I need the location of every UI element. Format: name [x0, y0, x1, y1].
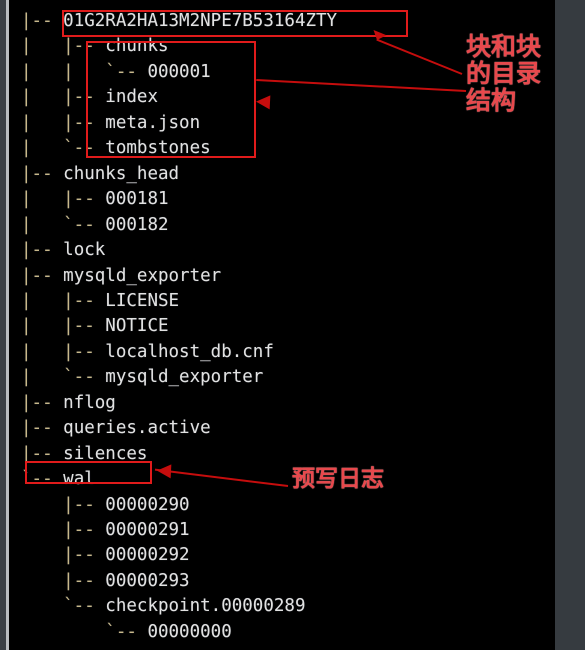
tree-branch-glyphs: |--	[21, 163, 64, 184]
tree-entry-name: lock	[63, 240, 106, 261]
tree-branch-glyphs: |--	[21, 494, 106, 515]
tree-line: |-- lock	[21, 240, 105, 260]
tree-entry-name: chunks_head	[63, 163, 180, 184]
tree-entry-name: 000181	[105, 189, 169, 210]
tree-entry-name: 00000290	[105, 494, 190, 515]
tree-branch-glyphs: |--	[21, 545, 106, 566]
tree-branch-glyphs: | |--	[21, 189, 106, 210]
tree-entry-name: 00000000	[147, 621, 232, 642]
tree-line: `-- checkpoint.00000289	[21, 596, 305, 616]
tree-entry-name: 00000292	[105, 545, 190, 566]
tree-line: | |-- LICENSE	[21, 291, 179, 311]
tree-branch-glyphs: | `--	[21, 367, 106, 388]
tree-entry-name: mysqld_exporter	[105, 367, 264, 388]
tree-branch-glyphs: |--	[21, 520, 106, 540]
tree-entry-name: NOTICE	[105, 316, 169, 337]
window-right-gutter	[555, 0, 585, 650]
tree-line: |-- 00000292	[21, 545, 190, 566]
annotation-arrowhead-to-chunks	[255, 94, 271, 110]
tree-branch-glyphs: `--	[21, 621, 148, 642]
tree-line: `-- 00000000	[21, 621, 232, 642]
tree-entry-name: 00000293	[105, 570, 190, 591]
tree-branch-glyphs: |--	[21, 392, 64, 413]
tree-entry-name: mysqld_exporter	[63, 265, 222, 286]
tree-line: | |-- 000181	[21, 189, 169, 209]
tree-line: |-- chunks_head	[21, 164, 179, 184]
annotation-arrowhead-to-wal	[156, 463, 172, 479]
tree-line: | |-- NOTICE	[21, 316, 169, 336]
tree-line: | `-- mysqld_exporter	[21, 367, 263, 387]
tree-line: | `-- 000182	[21, 215, 169, 235]
tree-branch-glyphs: |--	[21, 418, 64, 439]
tree-branch-glyphs: |--	[21, 11, 64, 31]
annotation-box-ulid	[62, 10, 408, 37]
tree-line: |-- 00000293	[21, 570, 190, 591]
tree-branch-glyphs: | |--	[21, 316, 106, 337]
tree-entry-name: localhost_db.cnf	[105, 341, 274, 362]
tree-entry-name: queries.active	[63, 418, 211, 439]
annotation-label-wal: 预写日志	[292, 466, 384, 492]
annotation-box-chunks	[86, 41, 256, 158]
screenshot-root: |-- 01G2RA2HA13M2NPE7B53164ZTY | |-- chun…	[0, 0, 585, 650]
tree-branch-glyphs: |--	[21, 240, 64, 261]
tree-entry-name: LICENSE	[105, 290, 180, 311]
tree-entry-name: 00000291	[105, 520, 190, 540]
tree-branch-glyphs: | |--	[21, 290, 106, 311]
tree-line: |-- queries.active	[21, 418, 211, 438]
tree-line: |-- 00000291	[21, 520, 190, 540]
tree-branch-glyphs: | |--	[21, 341, 106, 362]
tree-branch-glyphs: | `--	[21, 214, 106, 235]
tree-entry-name: 000182	[105, 214, 169, 235]
tree-branch-glyphs: |--	[21, 265, 64, 286]
tree-entry-name: checkpoint.00000289	[105, 596, 306, 617]
tree-entry-name: nflog	[63, 392, 116, 413]
annotation-label-block-structure: 块和块 的目录 结构	[466, 32, 542, 115]
tree-line: |-- nflog	[21, 393, 116, 413]
tree-line: | |-- localhost_db.cnf	[21, 342, 274, 362]
tree-line: |-- 00000290	[21, 494, 190, 515]
tree-branch-glyphs: `--	[21, 596, 106, 617]
tree-branch-glyphs: |--	[21, 570, 106, 591]
annotation-box-wal	[25, 461, 152, 484]
tree-line: |-- mysqld_exporter	[21, 266, 221, 286]
